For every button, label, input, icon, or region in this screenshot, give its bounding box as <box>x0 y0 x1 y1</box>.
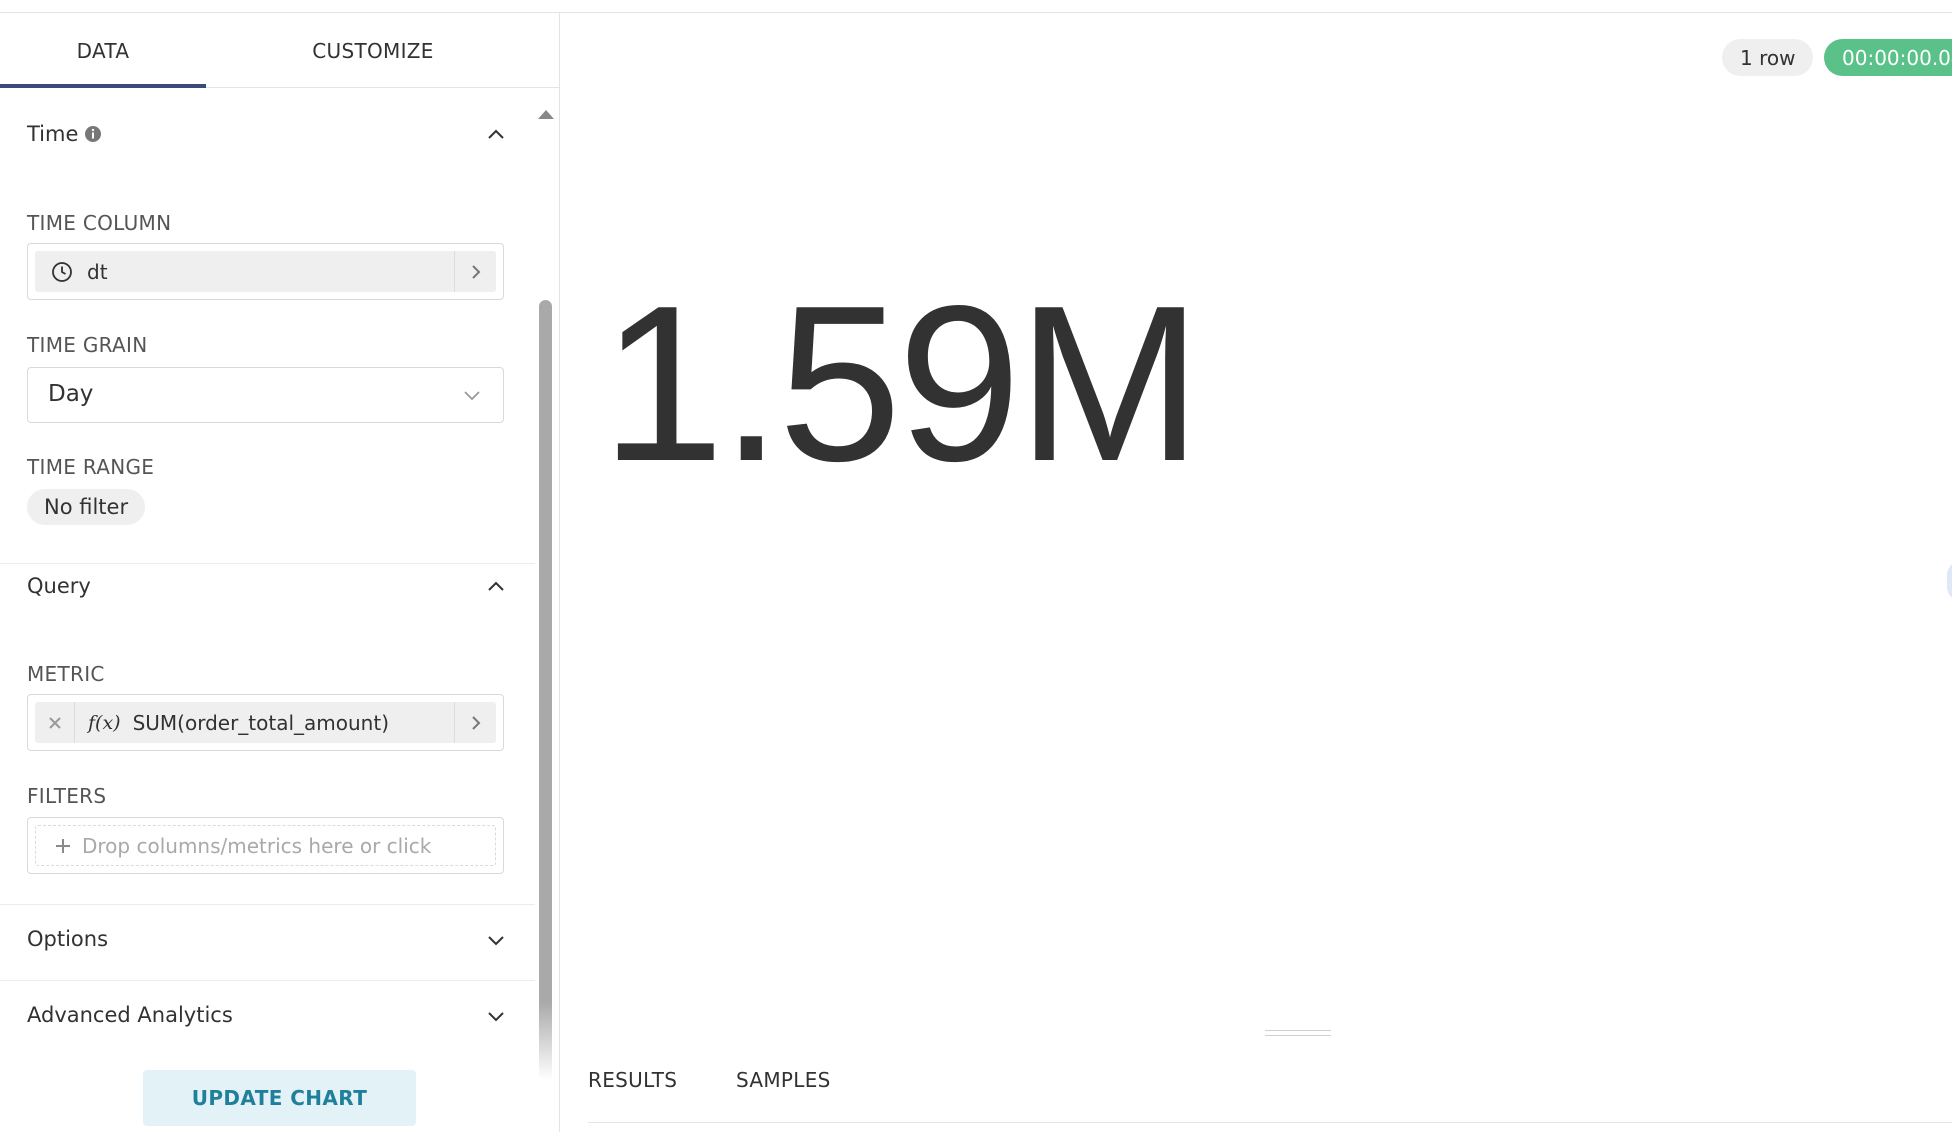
chevron-up-icon[interactable] <box>487 128 505 140</box>
chevron-down-icon[interactable] <box>487 935 505 947</box>
tab-results[interactable]: RESULTS <box>588 1068 677 1092</box>
chevron-down-icon <box>463 390 481 401</box>
top-border <box>0 0 1952 13</box>
bottom-tabs-divider <box>588 1122 1952 1123</box>
big-number-value: 1.59M <box>601 260 1202 508</box>
section-title-options: Options <box>27 927 109 951</box>
row-count-badge: 1 row <box>1722 39 1814 76</box>
time-column-value: dt <box>87 259 108 284</box>
time-grain-label: TIME GRAIN <box>27 333 148 357</box>
clock-icon <box>51 261 73 283</box>
scroll-up-arrow-icon[interactable] <box>538 110 554 119</box>
time-range-chip[interactable]: No filter <box>27 489 146 525</box>
plus-icon <box>54 837 72 855</box>
chevron-down-icon[interactable] <box>487 1011 505 1023</box>
metric-value: SUM(order_total_amount) <box>132 710 390 735</box>
scrollbar-thumb[interactable] <box>539 300 552 1080</box>
section-header-advanced-analytics[interactable]: Advanced Analytics <box>0 981 535 1057</box>
metric-open-button[interactable] <box>454 702 496 743</box>
metric-pill: f(x) SUM(order_total_amount) <box>35 702 496 743</box>
metric-remove-button[interactable] <box>35 702 75 743</box>
time-column-field: dt <box>27 243 504 300</box>
filters-label: FILTERS <box>27 784 107 808</box>
section-header-time[interactable]: Time <box>0 98 535 174</box>
query-timer-badge: 00:00:00.04 <box>1824 39 1952 76</box>
edge-button[interactable] <box>1947 561 1952 601</box>
section-header-query[interactable]: Query <box>0 564 535 640</box>
controls-scroll-area: Time TIME COLUMN dt TIME GRAIN Day TIME … <box>0 98 535 1132</box>
time-section-label: Time <box>27 122 79 146</box>
section-header-options[interactable]: Options <box>0 905 535 981</box>
info-icon[interactable] <box>84 125 102 143</box>
metric-label: METRIC <box>27 662 105 686</box>
active-tab-indicator <box>0 84 206 88</box>
chart-area: 1 row 00:00:00.04 1.59M RESULTS SAMPLES <box>561 13 1952 1132</box>
close-icon <box>48 716 62 730</box>
controls-scrollbar[interactable] <box>536 98 556 1132</box>
resize-handle[interactable] <box>1265 1030 1331 1036</box>
time-column-label: TIME COLUMN <box>27 211 172 235</box>
tab-customize[interactable]: CUSTOMIZE <box>206 13 540 88</box>
time-column-value-button[interactable]: dt <box>35 251 108 292</box>
time-grain-select[interactable]: Day <box>27 367 504 423</box>
panel-tabs: DATA CUSTOMIZE <box>0 13 559 88</box>
filters-field: Drop columns/metrics here or click <box>27 817 504 874</box>
metric-field: f(x) SUM(order_total_amount) <box>27 694 504 751</box>
time-column-pill: dt <box>35 251 496 292</box>
time-column-open-button[interactable] <box>454 251 496 292</box>
chevron-right-icon <box>471 264 481 280</box>
chevron-right-icon <box>471 715 481 731</box>
section-title-advanced-analytics: Advanced Analytics <box>27 1003 233 1027</box>
tab-data[interactable]: DATA <box>0 13 206 88</box>
function-icon: f(x) <box>88 711 121 734</box>
update-chart-button[interactable]: UPDATE CHART <box>143 1070 416 1126</box>
section-title-time: Time <box>27 122 102 146</box>
chevron-up-icon[interactable] <box>487 580 505 592</box>
control-panel: DATA CUSTOMIZE Time TIME COLUMN dt TIME … <box>0 13 560 1132</box>
tab-samples[interactable]: SAMPLES <box>736 1068 831 1092</box>
filters-drop-zone[interactable]: Drop columns/metrics here or click <box>35 825 496 866</box>
time-range-label: TIME RANGE <box>27 455 155 479</box>
metric-value-button[interactable]: f(x) SUM(order_total_amount) <box>76 702 389 743</box>
filters-placeholder: Drop columns/metrics here or click <box>82 833 432 858</box>
section-title-query: Query <box>27 574 91 598</box>
time-grain-value: Day <box>48 381 94 407</box>
